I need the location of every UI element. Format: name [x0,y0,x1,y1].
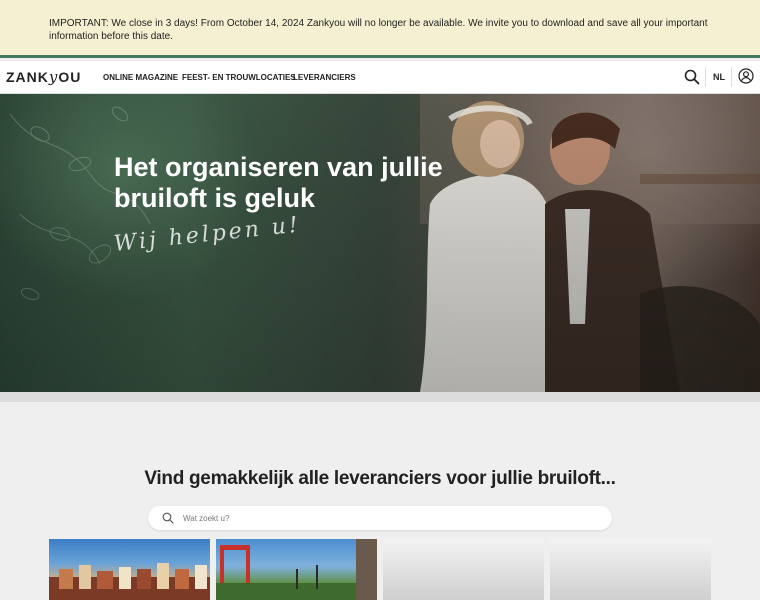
closing-notice-banner: IMPORTANT: We close in 3 days! From Octo… [0,0,760,58]
zankyou-logo[interactable]: ZANKyOU [6,68,81,86]
category-card-suppliers[interactable] [216,539,377,600]
hero-section: Het organiseren van jullie bruiloft is g… [0,94,760,392]
card-image [216,539,377,600]
nav-divider [705,67,706,87]
nav-divider [731,67,732,87]
user-icon[interactable] [738,68,754,84]
card-image [49,563,210,600]
nav-item-feest-en-trouwlocaties[interactable]: FEEST- EN TROUWLOCATIES [182,73,296,82]
section-divider [0,392,760,402]
supplier-finder-heading: Vind gemakkelijk alle leveranciers voor … [144,468,616,489]
hero-title: Het organiseren van jullie bruiloft is g… [114,152,443,213]
category-card-locations[interactable] [49,539,210,600]
supplier-search-input[interactable] [183,506,583,530]
supplier-search-box[interactable] [148,506,612,530]
top-navigation: ZANKyOU ONLINE MAGAZINE FEEST- EN TROUWL… [0,61,760,94]
nav-item-online-magazine[interactable]: ONLINE MAGAZINE [103,73,178,82]
search-icon [162,512,174,524]
nav-item-leveranciers[interactable]: LEVERANCIERS [293,73,356,82]
closing-notice-text: IMPORTANT: We close in 3 days! From Octo… [49,18,708,42]
category-card-placeholder[interactable] [383,539,544,600]
search-icon[interactable] [684,69,700,85]
category-card-placeholder[interactable] [550,539,711,600]
language-selector[interactable]: NL [713,72,725,82]
